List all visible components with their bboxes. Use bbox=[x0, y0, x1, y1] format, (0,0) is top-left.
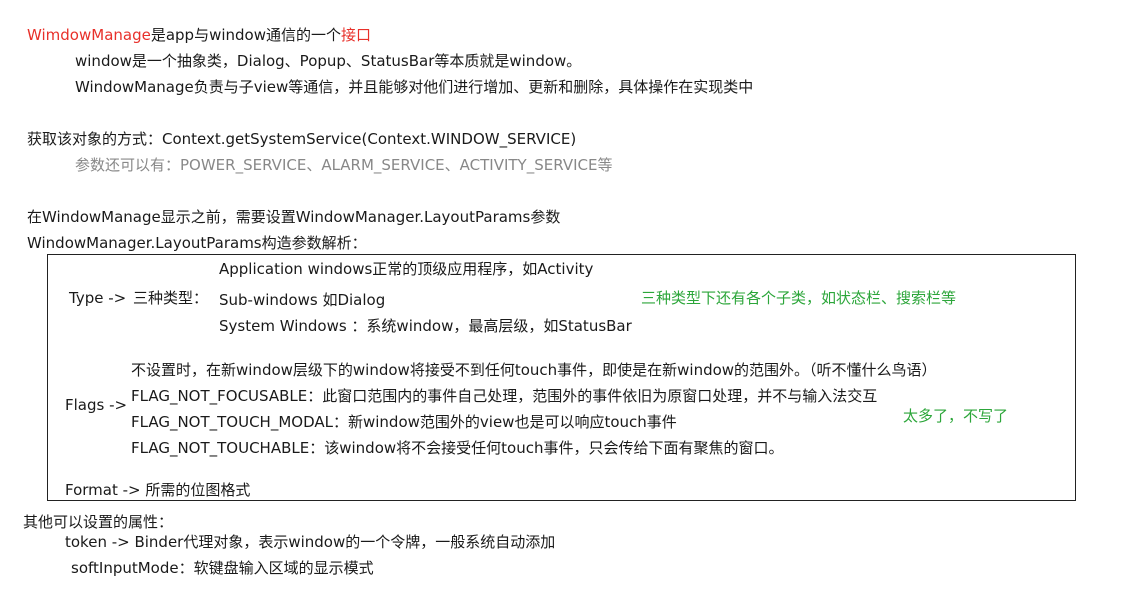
type-item-application: Application windows正常的顶级应用程序，如Activity bbox=[219, 260, 594, 278]
layout-line-2: WindowManager.LayoutParams构造参数解析： bbox=[27, 234, 367, 252]
intro-line-1: window是一个抽象类，Dialog、Popup、StatusBar等本质就是… bbox=[75, 52, 582, 70]
type-sub-label: 三种类型： bbox=[133, 289, 209, 307]
title-line: WimdowManage是app与window通信的一个接口 bbox=[27, 25, 371, 45]
other-title: 其他可以设置的属性： bbox=[23, 513, 174, 531]
layout-line-1: 在WindowManage显示之前，需要设置WindowManager.Layo… bbox=[27, 208, 561, 226]
type-label: Type -> bbox=[69, 289, 127, 307]
obtain-line: 获取该对象的方式：Context.getSystemService(Contex… bbox=[27, 130, 577, 148]
type-note: 三种类型下还有各个子类，如状态栏、搜索栏等 bbox=[641, 289, 957, 307]
title-middle: 是app与window通信的一个 bbox=[150, 26, 341, 44]
type-item-system: System Windows ：系统window，最高层级，如StatusBar bbox=[219, 317, 632, 335]
type-item-sub: Sub-windows 如Dialog bbox=[219, 291, 386, 309]
title-interface: 接口 bbox=[341, 26, 372, 44]
flags-item-not-focusable: FLAG_NOT_FOCUSABLE：此窗口范围内的事件自己处理，范围外的事件依… bbox=[131, 387, 878, 405]
format-line: Format -> 所需的位图格式 bbox=[65, 481, 251, 499]
flags-note: 太多了，不写了 bbox=[903, 407, 1009, 425]
flags-item-not-touchable: FLAG_NOT_TOUCHABLE：该window将不会接受任何touch事件… bbox=[131, 439, 784, 457]
other-token: token -> Binder代理对象，表示window的一个令牌，一般系统自动… bbox=[65, 533, 556, 551]
flags-item-not-touch-modal: FLAG_NOT_TOUCH_MODAL：新window范围外的view也是可以… bbox=[131, 413, 677, 431]
flags-label: Flags -> bbox=[65, 396, 128, 414]
obtain-params: 参数还可以有：POWER_SERVICE、ALARM_SERVICE、ACTIV… bbox=[75, 156, 613, 174]
title-class-name: WimdowManage bbox=[27, 26, 151, 44]
intro-line-2: WindowManage负责与子view等通信，并且能够对他们进行增加、更新和删… bbox=[75, 78, 754, 96]
flags-item-default: 不设置时，在新window层级下的window将接受不到任何touch事件，即使… bbox=[131, 361, 937, 379]
other-soft-input-mode: softInputMode：软键盘输入区域的显示模式 bbox=[71, 559, 374, 577]
